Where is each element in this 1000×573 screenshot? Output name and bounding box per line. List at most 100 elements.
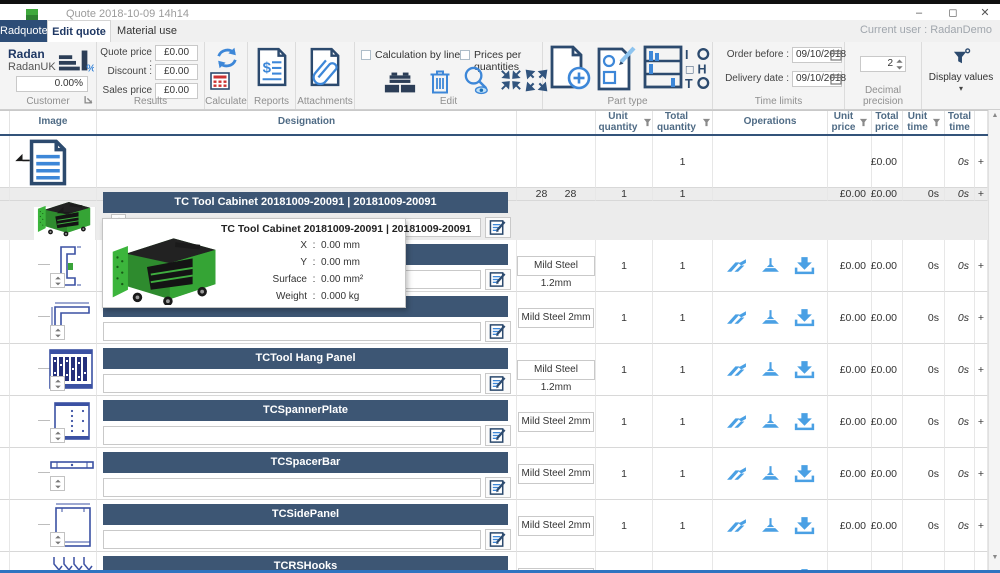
chevron-down-icon[interactable]: ▾: [922, 84, 1000, 93]
add-row-button[interactable]: +: [975, 292, 988, 344]
material-field[interactable]: Mild Steel 1.2mm: [517, 256, 595, 276]
table-row-root[interactable]: 1 £0.00 0s +: [0, 136, 988, 188]
tab-material-use[interactable]: Material use: [111, 20, 183, 42]
vertical-scrollbar[interactable]: ▲ ▼: [988, 110, 1000, 570]
quantity-stepper[interactable]: [50, 376, 65, 391]
row-expander-icon[interactable]: [14, 153, 31, 162]
table-row-part[interactable]: TCSidePanel Mild Steel 2mm 1 1 £0.00 £0.…: [0, 500, 988, 552]
assembly-shelf-icon[interactable]: [642, 45, 684, 91]
designation-bar[interactable]: TCSidePanel: [103, 504, 508, 525]
add-row-button[interactable]: +: [975, 188, 988, 201]
scroll-up-icon[interactable]: ▲: [989, 112, 1000, 119]
add-row-button[interactable]: +: [975, 552, 988, 570]
material-field[interactable]: Mild Steel 2mm: [518, 308, 595, 328]
bricks-icon[interactable]: [383, 69, 417, 95]
fold-operation-icon[interactable]: [760, 465, 781, 482]
punch-operation-icon[interactable]: [726, 465, 747, 482]
display-values-funnel-icon[interactable]: [952, 48, 971, 67]
punch-operation-icon[interactable]: [726, 361, 747, 378]
table-row-part[interactable]: TCSpannerPlate Mild Steel 2mm 1 1 £0.00 …: [0, 396, 988, 448]
edit-designation-button[interactable]: [485, 321, 511, 342]
spinner-arrows-icon[interactable]: [895, 58, 904, 71]
quantity-stepper[interactable]: [50, 428, 65, 443]
edit-designation-button[interactable]: [485, 217, 511, 238]
display-values-group[interactable]: Display values ▾: [922, 42, 1000, 109]
designation-input[interactable]: [103, 426, 481, 445]
scroll-down-icon[interactable]: ▼: [989, 554, 1000, 561]
designation-bar[interactable]: TCRSHooks: [103, 556, 508, 570]
unfold-operation-icon[interactable]: [794, 360, 815, 379]
unfold-operation-icon[interactable]: [794, 412, 815, 431]
fold-operation-icon[interactable]: [760, 309, 781, 326]
header-total-price[interactable]: Total price: [872, 111, 903, 134]
header-total-time[interactable]: Total time: [945, 111, 975, 134]
header-image[interactable]: Image: [10, 111, 97, 134]
designation-bar[interactable]: TCSpannerPlate: [103, 400, 508, 421]
designation-bar[interactable]: TCTool Hang Panel: [103, 348, 508, 369]
hardware-set-icon[interactable]: [684, 47, 711, 90]
fold-operation-icon[interactable]: [760, 361, 781, 378]
material-field[interactable]: Mild Steel 2mm: [518, 516, 595, 536]
calendar-icon[interactable]: [830, 49, 842, 61]
filter-funnel-icon[interactable]: [932, 118, 941, 127]
designation-bar[interactable]: TC Tool Cabinet 20181009-20091 | 2018100…: [103, 192, 508, 213]
calculator-icon[interactable]: [210, 72, 230, 90]
quantity-stepper[interactable]: [50, 325, 65, 340]
fold-operation-icon[interactable]: [760, 413, 781, 430]
quantity-stepper[interactable]: [50, 532, 65, 547]
calculate-refresh-icon[interactable]: [214, 45, 240, 71]
discount-bars-icon[interactable]: [58, 46, 94, 74]
add-row-button[interactable]: +: [975, 344, 988, 396]
attachments-group[interactable]: Attachments: [296, 42, 355, 109]
designation-input[interactable]: [103, 374, 481, 393]
unfold-operation-icon[interactable]: [794, 256, 815, 275]
calculation-by-line-checkbox[interactable]: [361, 50, 371, 60]
edit-designation-button[interactable]: [485, 269, 511, 290]
edit-designation-button[interactable]: [485, 529, 511, 550]
trash-icon[interactable]: [429, 68, 451, 95]
tab-edit-quote[interactable]: Edit quote: [47, 20, 111, 42]
material-field[interactable]: Mild Steel 1.2mm: [517, 360, 595, 380]
discount-field[interactable]: £0.00: [155, 64, 198, 80]
filter-funnel-icon[interactable]: [859, 118, 868, 127]
punch-operation-icon[interactable]: [726, 413, 747, 430]
add-row-button[interactable]: +: [975, 448, 988, 500]
table-row-part[interactable]: TCRSHooks Mild Steel 2mm 1 1 £0.00 £0.00…: [0, 552, 988, 570]
designation-input[interactable]: [103, 478, 481, 497]
add-row-button[interactable]: +: [975, 396, 988, 448]
header-unit-time[interactable]: Unit time: [903, 111, 945, 134]
header-designation[interactable]: Designation: [97, 111, 517, 134]
calendar-icon[interactable]: [830, 73, 842, 85]
edit-designation-button[interactable]: [485, 425, 511, 446]
fold-operation-icon[interactable]: [760, 257, 781, 274]
punch-operation-icon[interactable]: [726, 257, 747, 274]
punch-operation-icon[interactable]: [726, 517, 747, 534]
add-row-button[interactable]: +: [975, 136, 988, 188]
material-field[interactable]: Mild Steel 2mm: [518, 464, 595, 484]
edit-part-document-icon[interactable]: [596, 45, 638, 91]
unfold-operation-icon[interactable]: [794, 516, 815, 535]
reports-group[interactable]: Reports: [248, 42, 296, 109]
unfold-operation-icon[interactable]: [794, 464, 815, 483]
header-unit-price[interactable]: Unit price: [828, 111, 872, 134]
add-row-button[interactable]: +: [975, 500, 988, 552]
filter-funnel-icon[interactable]: [643, 118, 652, 127]
header-unit-quantity[interactable]: Unit quantity: [596, 111, 653, 134]
punch-operation-icon[interactable]: [726, 309, 747, 326]
new-part-document-icon[interactable]: [549, 45, 591, 91]
table-row-part[interactable]: TCSpacerBar Mild Steel 2mm 1 1 £0.00 £0.…: [0, 448, 988, 500]
quantity-stepper[interactable]: [50, 273, 65, 288]
collapse-arrows-icon[interactable]: [500, 69, 522, 91]
designation-input[interactable]: [103, 322, 481, 341]
calculate-group[interactable]: Calculate: [205, 42, 248, 109]
prices-per-quantities-checkbox[interactable]: [460, 50, 470, 60]
fold-operation-icon[interactable]: [760, 517, 781, 534]
search-eye-icon[interactable]: [461, 65, 492, 96]
dialog-launcher-icon[interactable]: [84, 95, 93, 104]
filter-funnel-icon[interactable]: [702, 118, 711, 127]
unfold-operation-icon[interactable]: [794, 308, 815, 327]
designation-bar[interactable]: TCSpacerBar: [103, 452, 508, 473]
edit-designation-button[interactable]: [485, 477, 511, 498]
reports-document-icon[interactable]: [256, 46, 288, 88]
header-total-quantity[interactable]: Total quantity: [653, 111, 713, 134]
